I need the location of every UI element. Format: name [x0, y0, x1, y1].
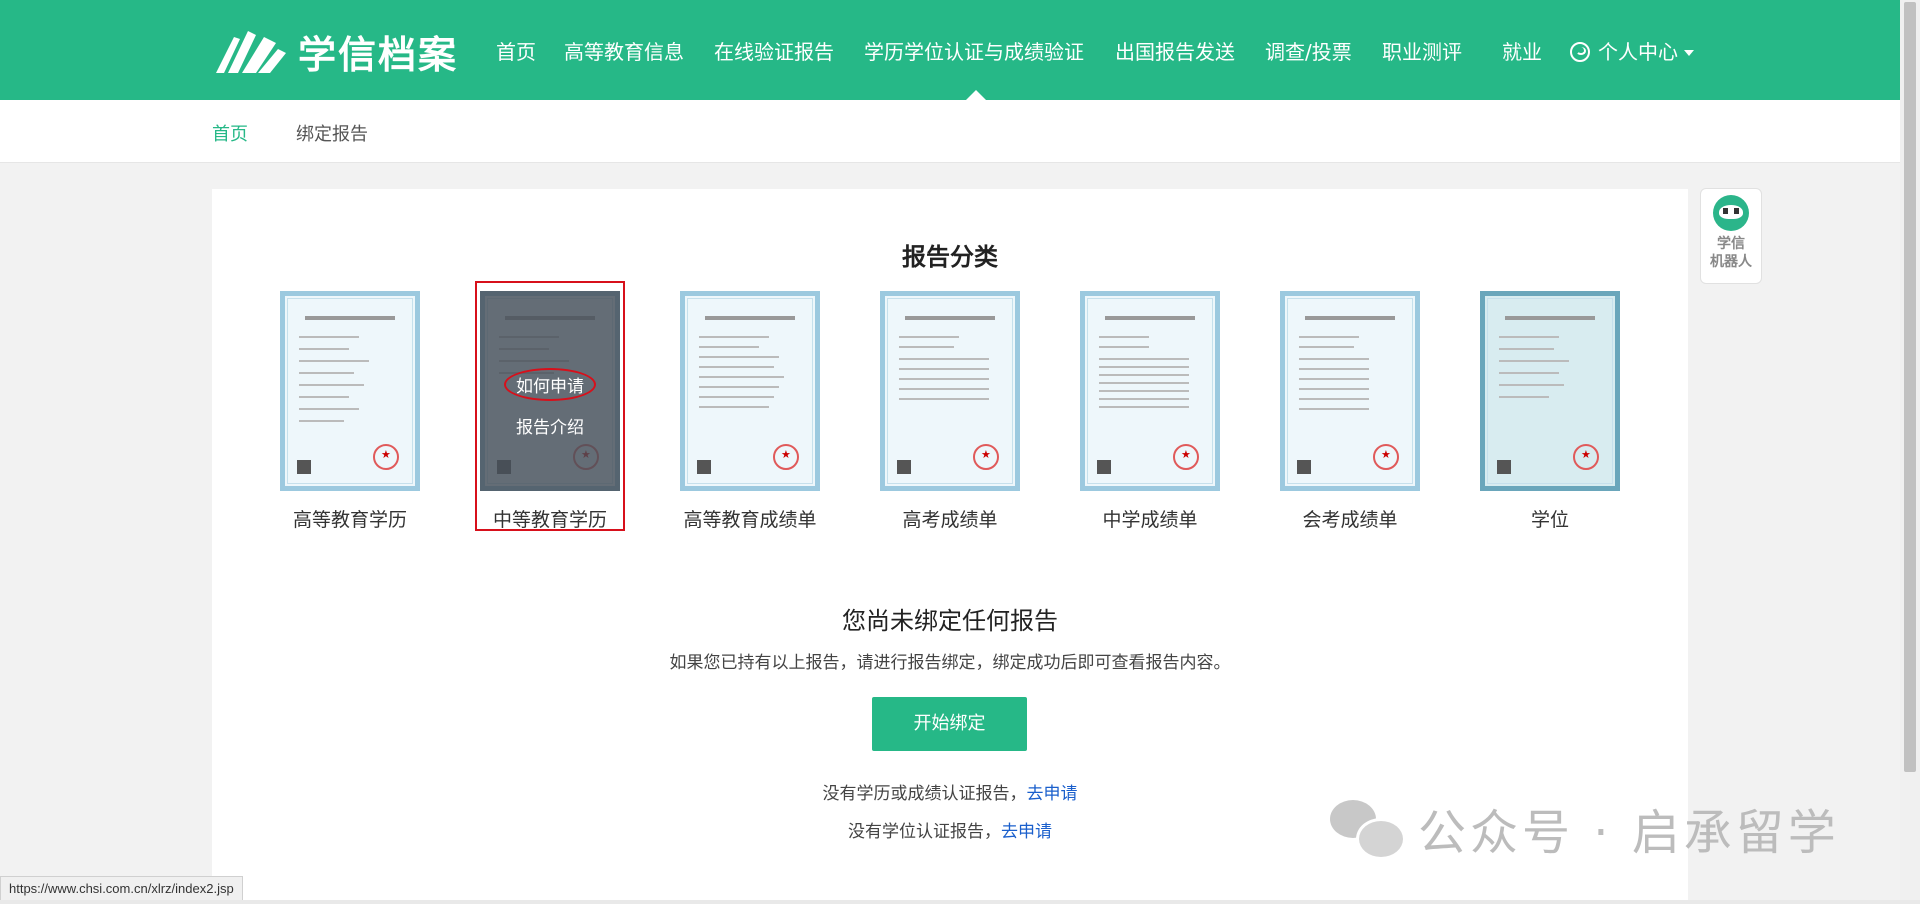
robot-label-2: 机器人	[1710, 254, 1752, 270]
report-label: 高等教育成绩单	[683, 509, 817, 531]
report-thumbnail	[1480, 291, 1620, 491]
apply-hint-degree-text: 没有学位认证报告，	[848, 822, 1001, 842]
bottom-border	[0, 900, 1920, 904]
nav-survey-vote[interactable]: 调查/投票	[1265, 36, 1352, 65]
robot-avatar-icon	[1713, 195, 1749, 231]
how-to-apply-link[interactable]: 如何申请	[480, 368, 620, 401]
nav-degree-certification[interactable]: 学历学位认证与成绩验证	[864, 36, 1084, 65]
breadcrumb-bind-report[interactable]: 绑定报告	[296, 120, 368, 146]
scrollbar-thumb[interactable]	[1904, 2, 1916, 772]
empty-state-title: 您尚未绑定任何报告	[842, 607, 1058, 635]
report-secondary-edu-degree[interactable]: 如何申请 报告介绍 中等教育学历	[475, 281, 625, 532]
report-thumbnail: 如何申请 报告介绍	[480, 291, 620, 491]
report-thumbnail	[1080, 291, 1220, 491]
report-higher-edu-degree[interactable]: 高等教育学历	[280, 291, 420, 532]
report-thumbnail	[880, 291, 1020, 491]
apply-hint-cert-text: 没有学历或成绩认证报告，	[822, 784, 1027, 804]
wechat-watermark: 公众号 · 启承留学	[1330, 793, 1840, 863]
caret-down-icon	[1684, 50, 1694, 56]
book-logo-icon	[216, 30, 286, 73]
report-huikao-transcript[interactable]: 会考成绩单	[1280, 291, 1420, 532]
apply-degree-link[interactable]: 去申请	[1001, 822, 1052, 842]
report-intro-link[interactable]: 报告介绍	[480, 413, 620, 438]
wechat-icon	[1330, 800, 1406, 860]
user-circle-icon	[1570, 42, 1590, 62]
nav-employment[interactable]: 就业	[1502, 36, 1542, 65]
report-label: 会考成绩单	[1302, 509, 1398, 531]
report-higher-edu-transcript[interactable]: 高等教育成绩单	[680, 291, 820, 532]
breadcrumb: 首页 绑定报告	[0, 100, 1900, 163]
report-label: 中学成绩单	[1102, 509, 1198, 531]
watermark-text: 公众号 · 启承留学	[1418, 805, 1840, 861]
report-label: 学位	[1530, 509, 1569, 531]
user-center-menu[interactable]: 个人中心	[1570, 36, 1694, 65]
chsi-robot-widget[interactable]: 学信 机器人	[1700, 188, 1762, 284]
apply-cert-link[interactable]: 去申请	[1027, 784, 1078, 804]
user-center-label: 个人中心	[1598, 40, 1678, 64]
brand-logo[interactable]: 学信档案	[212, 24, 458, 79]
active-nav-indicator	[966, 90, 986, 100]
vertical-scrollbar[interactable]	[1900, 0, 1920, 904]
section-title: 报告分类	[902, 243, 998, 271]
report-thumbnail	[1280, 291, 1420, 491]
report-middle-school-transcript[interactable]: 中学成绩单	[1080, 291, 1220, 532]
report-gaokao-transcript[interactable]: 高考成绩单	[880, 291, 1020, 532]
report-academic-degree[interactable]: 学位	[1480, 291, 1620, 532]
nav-higher-edu-info[interactable]: 高等教育信息	[564, 36, 684, 65]
report-label: 高等教育学历	[292, 509, 407, 531]
nav-home[interactable]: 首页	[496, 36, 536, 65]
report-thumbnail	[280, 291, 420, 491]
nav-overseas-report[interactable]: 出国报告发送	[1115, 36, 1235, 65]
report-thumbnail	[680, 291, 820, 491]
top-nav-bar: 学信档案 首页 高等教育信息 在线验证报告 学历学位认证与成绩验证 出国报告发送…	[0, 0, 1900, 100]
start-binding-button[interactable]: 开始绑定	[872, 697, 1027, 751]
report-label: 高考成绩单	[902, 509, 998, 531]
breadcrumb-home[interactable]: 首页	[212, 120, 248, 146]
empty-state-description: 如果您已持有以上报告，请进行报告绑定，绑定成功后即可查看报告内容。	[669, 653, 1231, 673]
nav-career-test[interactable]: 职业测评	[1382, 36, 1462, 65]
report-label: 中等教育学历	[492, 509, 607, 531]
brand-name: 学信档案	[298, 33, 459, 77]
nav-online-verify-report[interactable]: 在线验证报告	[714, 36, 834, 65]
status-bar-url: https://www.chsi.com.cn/xlrz/index2.jsp	[0, 876, 243, 902]
robot-label-1: 学信	[1717, 236, 1745, 252]
